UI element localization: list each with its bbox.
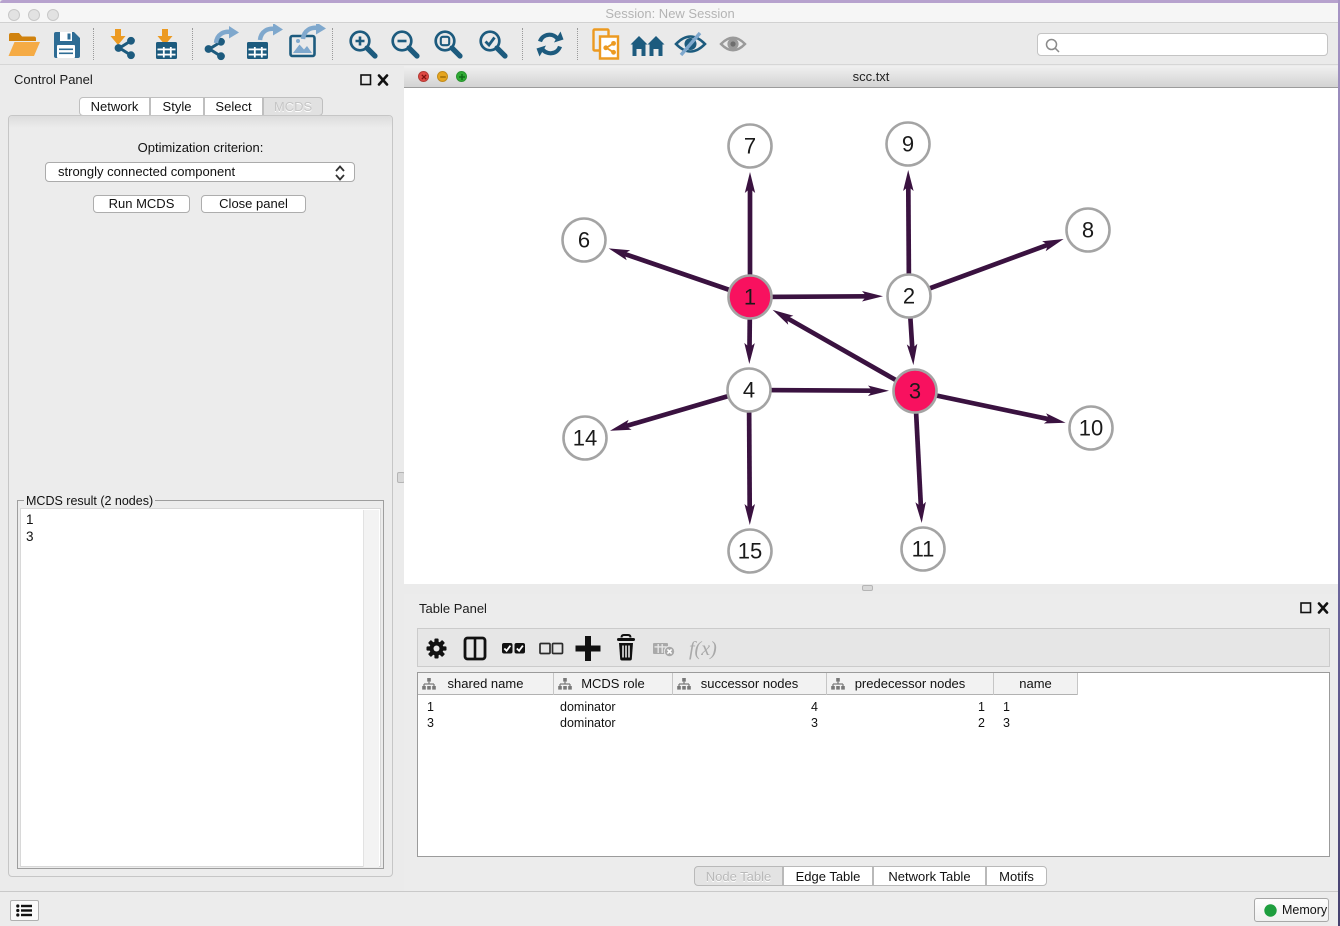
svg-text:3: 3 bbox=[909, 379, 921, 404]
svg-text:15: 15 bbox=[738, 539, 762, 564]
svg-text:1: 1 bbox=[744, 285, 756, 310]
svg-text:14: 14 bbox=[573, 426, 597, 451]
svg-text:9: 9 bbox=[902, 132, 914, 157]
svg-text:f(x): f(x) bbox=[689, 638, 717, 660]
svg-text:11: 11 bbox=[912, 537, 935, 562]
svg-text:10: 10 bbox=[1079, 416, 1103, 441]
svg-text:8: 8 bbox=[1082, 218, 1094, 243]
svg-text:7: 7 bbox=[744, 134, 756, 159]
svg-text:6: 6 bbox=[578, 228, 590, 253]
svg-text:2: 2 bbox=[903, 284, 915, 309]
svg-text:4: 4 bbox=[743, 378, 755, 403]
